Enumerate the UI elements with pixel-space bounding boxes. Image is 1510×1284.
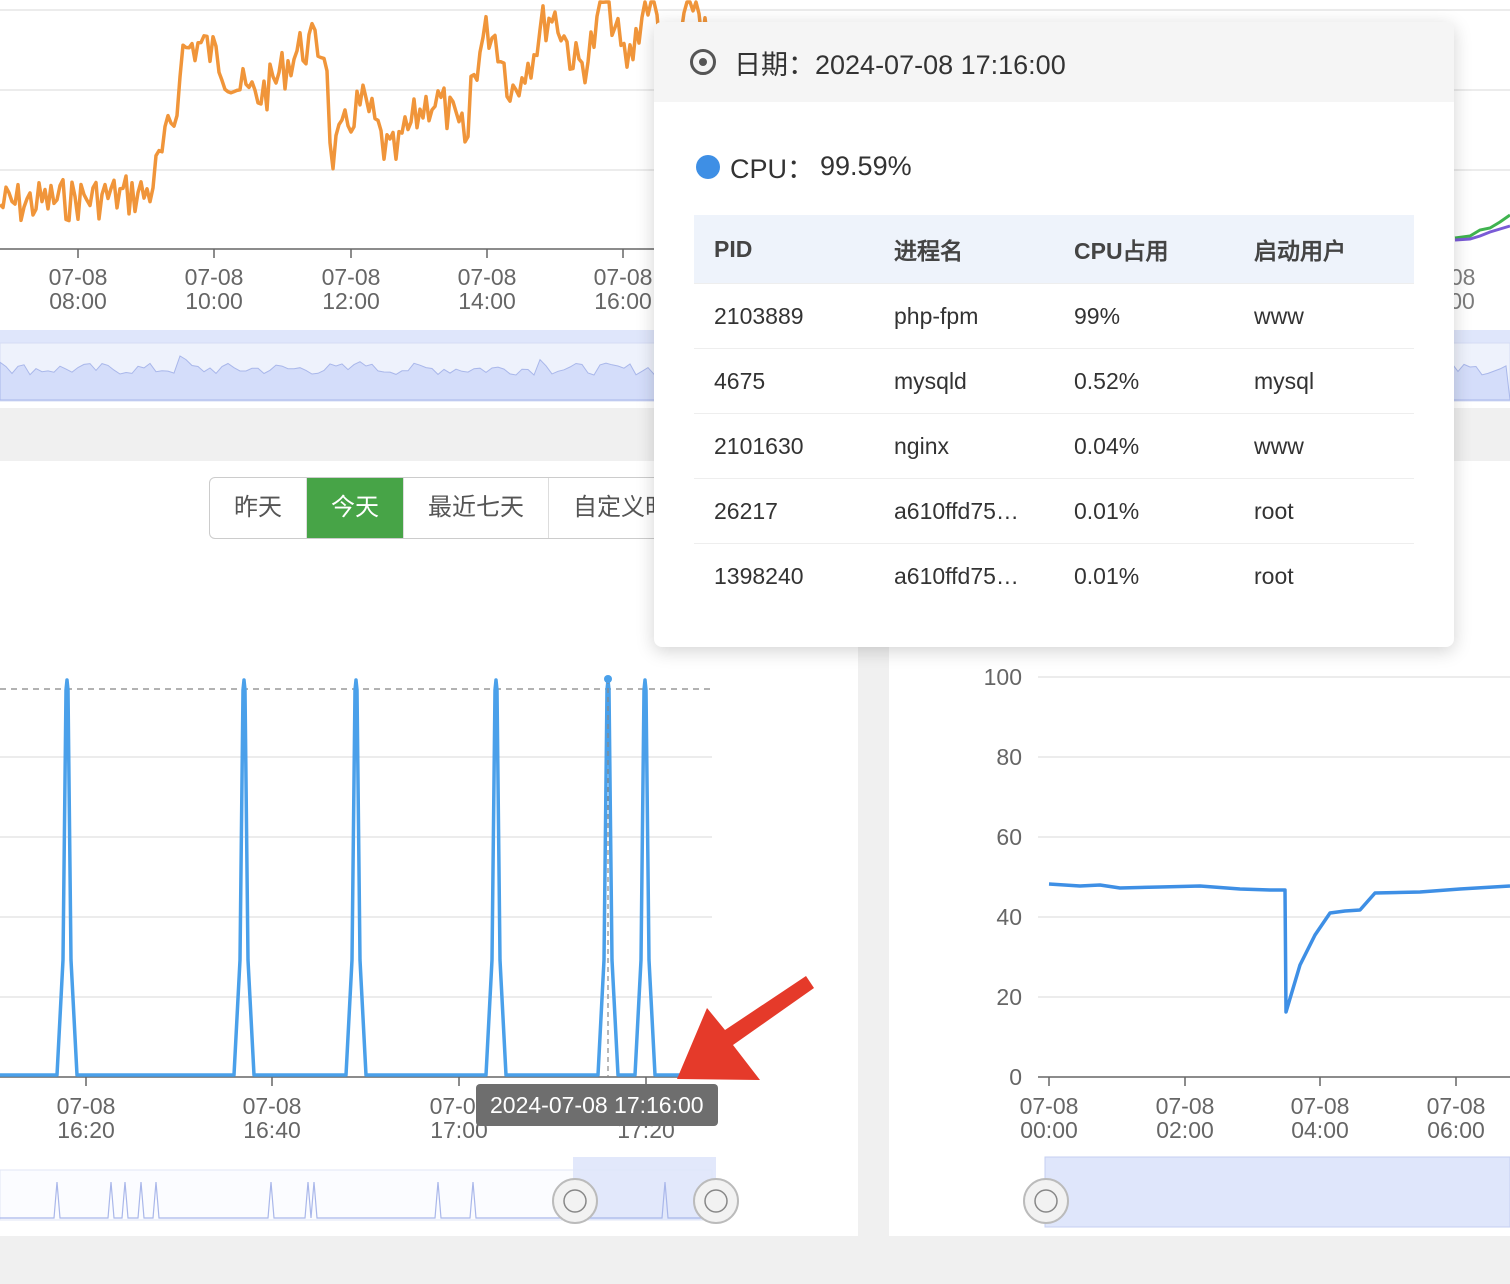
right-x-tick-label: 07-08 xyxy=(1020,1093,1079,1119)
cell-user: root xyxy=(1254,562,1294,589)
cell-pid: 2101630 xyxy=(714,432,804,459)
left-x-tick-label: 07-08 xyxy=(243,1093,302,1119)
right-x-tick-label: 02:00 xyxy=(1156,1117,1214,1143)
right-x-tick-label: 04:00 xyxy=(1291,1117,1349,1143)
top-x-tick-label: 07-08 xyxy=(322,264,381,290)
right-zoom-selected-range xyxy=(1044,1156,1510,1228)
cpu-history-line xyxy=(0,0,712,223)
column-header-cpu-usage: CPU占用 xyxy=(1074,238,1169,264)
column-header-user: 启动用户 xyxy=(1254,238,1346,264)
right-y-tick-label: 60 xyxy=(996,824,1022,850)
right-x-tick-label: 07-08 xyxy=(1156,1093,1215,1119)
cell-pid: 2103889 xyxy=(714,302,804,329)
table-row: 4675 mysqld 0.52% mysql xyxy=(694,349,1414,414)
column-header-pid: PID xyxy=(714,235,753,262)
left-x-tick-label: 16:20 xyxy=(57,1117,115,1143)
tooltip-header: 日期：2024-07-08 17:16:00 xyxy=(654,22,1454,102)
cell-cpu-usage: 0.52% xyxy=(1074,367,1140,394)
cell-cpu-usage: 0.01% xyxy=(1074,562,1140,589)
top-x-tick-label: 16:00 xyxy=(594,288,652,314)
axis-pointer-time-label: 2024-07-08 17:16:00 xyxy=(476,1084,718,1126)
table-row: 2101630 nginx 0.04% www xyxy=(694,414,1414,479)
right-y-tick-label: 80 xyxy=(996,744,1022,770)
right-y-tick-label: 20 xyxy=(996,984,1022,1010)
top-x-tick-label: 07-08 xyxy=(49,264,108,290)
process-tooltip: 日期：2024-07-08 17:16:00 CPU： 99.59% PID 进… xyxy=(654,22,1454,647)
top-x-tick-label: 07-08 xyxy=(594,264,653,290)
cell-cpu-usage: 99% xyxy=(1074,302,1121,329)
right-y-tick-label: 40 xyxy=(996,904,1022,930)
cell-user: mysql xyxy=(1254,367,1315,394)
right-x-tick-label: 06:00 xyxy=(1427,1117,1485,1143)
cell-cpu-usage: 0.04% xyxy=(1074,432,1140,459)
range-button-today[interactable]: 今天 xyxy=(307,478,404,538)
cell-process-name: mysqld xyxy=(894,367,967,394)
cell-pid: 26217 xyxy=(714,497,778,524)
date-range-selector: 昨天 今天 最近七天 自定义时间 xyxy=(209,477,718,539)
top-x-tick-label: 07-08 xyxy=(458,264,517,290)
right-x-tick-label: 07-08 xyxy=(1291,1093,1350,1119)
left-x-tick-label: 16:40 xyxy=(243,1117,301,1143)
top-x-tick-label: 14:00 xyxy=(458,288,516,314)
memory-usage-line xyxy=(1048,882,1510,1014)
series-value: 99.59% xyxy=(820,151,912,181)
tooltip-series: CPU： 99.59% xyxy=(696,147,912,186)
range-button-yesterday[interactable]: 昨天 xyxy=(210,478,307,538)
series-label: CPU： xyxy=(730,154,815,184)
axis-pointer-dot xyxy=(604,675,612,683)
clock-icon xyxy=(690,49,716,75)
red-arrow-annotation xyxy=(677,976,814,1080)
tooltip-date: 日期：2024-07-08 17:16:00 xyxy=(734,49,1066,80)
table-row: 26217 a610ffd75… 0.01% root xyxy=(694,479,1414,544)
cell-user: www xyxy=(1254,432,1304,459)
right-x-tick-label: 07-08 xyxy=(1427,1093,1486,1119)
table-row: 1398240 a610ffd75… 0.01% root xyxy=(694,544,1414,608)
series-dot-icon xyxy=(696,154,720,179)
table-row: 2103889 php-fpm 99% www xyxy=(694,284,1414,349)
zoom-handle-icon xyxy=(693,1178,739,1224)
zoom-handle-icon xyxy=(1023,1178,1069,1224)
column-header-process-name: 进程名 xyxy=(894,238,963,264)
top-x-tick-label: 10:00 xyxy=(185,288,243,314)
cell-process-name: nginx xyxy=(894,432,949,459)
right-y-tick-label: 0 xyxy=(1009,1064,1022,1090)
table-header-row: PID 进程名 CPU占用 启动用户 xyxy=(694,215,1414,284)
cell-process-name: php-fpm xyxy=(894,302,979,329)
cell-cpu-usage: 0.01% xyxy=(1074,497,1140,524)
process-table: PID 进程名 CPU占用 启动用户 2103889 php-fpm 99% w… xyxy=(694,215,1414,608)
cell-user: www xyxy=(1254,302,1304,329)
cell-pid: 1398240 xyxy=(714,562,804,589)
left-x-tick-label: 07-08 xyxy=(57,1093,116,1119)
cell-user: root xyxy=(1254,497,1294,524)
top-x-tick-label: 12:00 xyxy=(322,288,380,314)
cell-process-name: a610ffd75… xyxy=(894,562,1019,589)
cpu-usage-line xyxy=(0,678,712,1077)
range-button-last-7-days[interactable]: 最近七天 xyxy=(404,478,549,538)
cell-pid: 4675 xyxy=(714,367,766,394)
cell-process-name: a610ffd75… xyxy=(894,497,1019,524)
top-x-tick-label: 08:00 xyxy=(49,288,107,314)
top-x-tick-label: 07-08 xyxy=(185,264,244,290)
right-y-tick-label: 100 xyxy=(984,664,1022,690)
right-x-tick-label: 00:00 xyxy=(1020,1117,1078,1143)
zoom-handle-icon xyxy=(552,1178,598,1224)
